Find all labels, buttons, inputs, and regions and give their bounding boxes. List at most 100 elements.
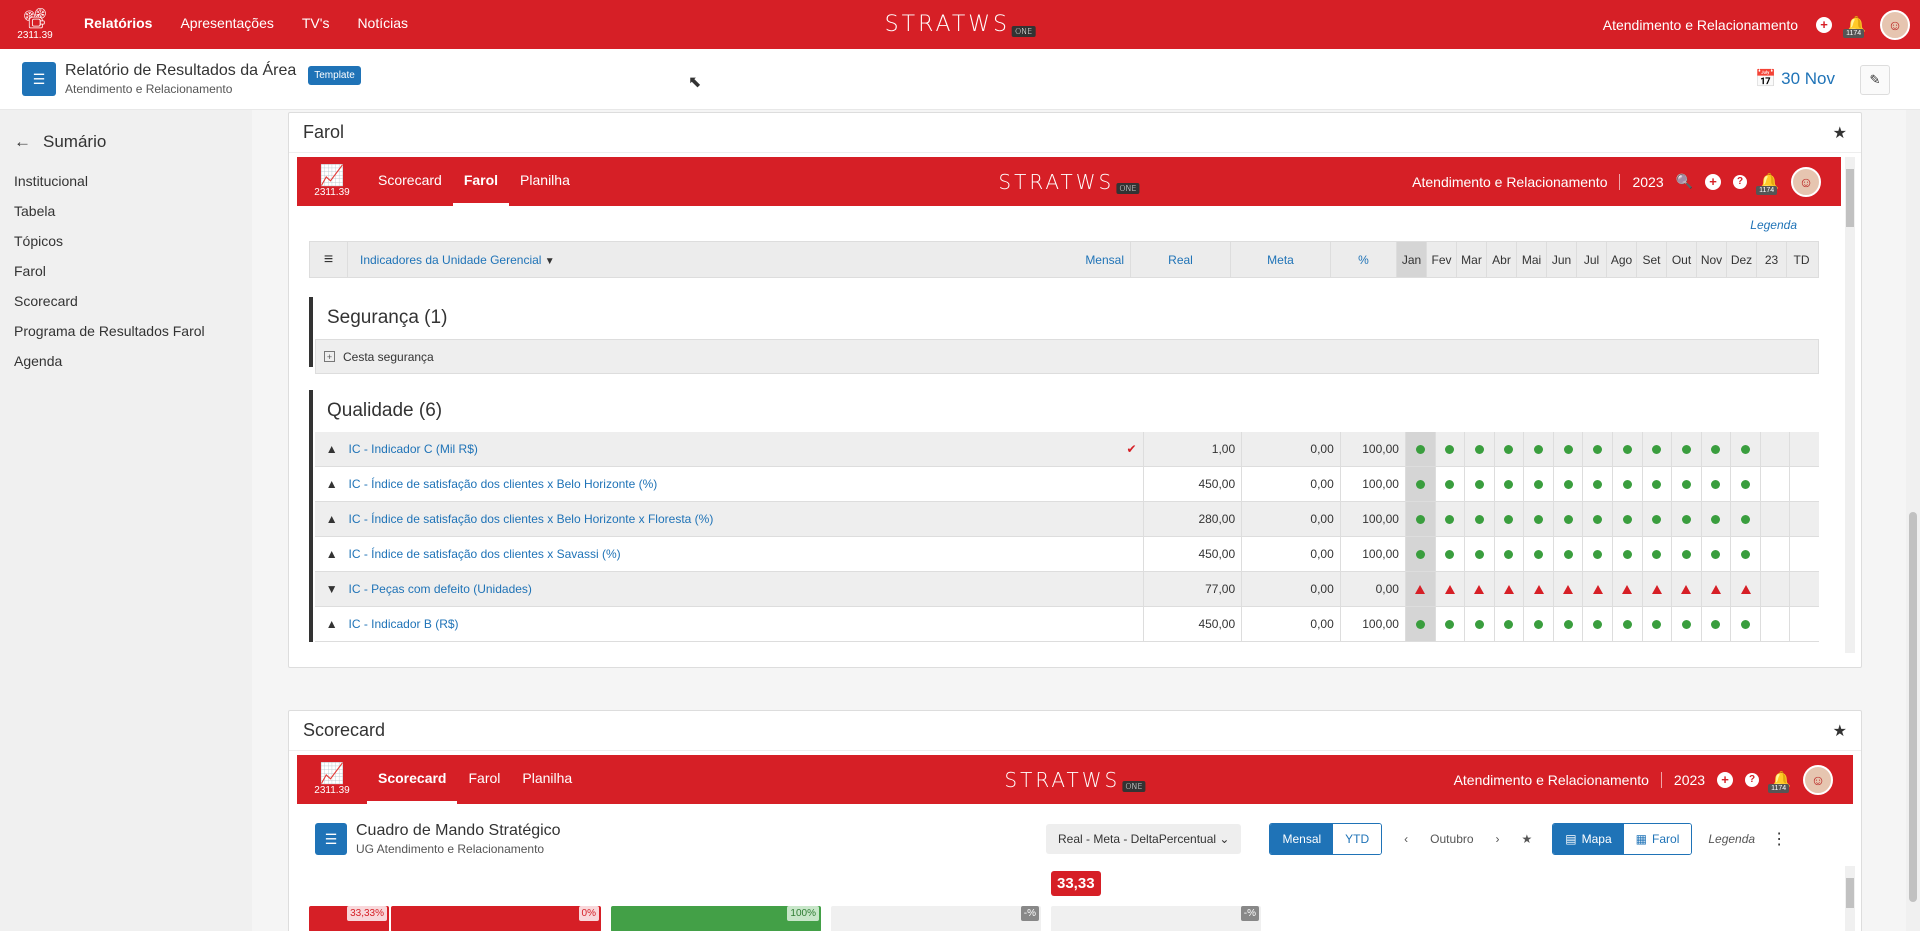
inner-unit[interactable]: Atendimento e Relacionamento — [1454, 772, 1649, 788]
month-status-cell[interactable] — [1789, 537, 1819, 571]
month-status-cell[interactable] — [1730, 537, 1760, 571]
month-status-cell[interactable] — [1552, 537, 1583, 571]
nav-apresentacoes[interactable]: Apresentações — [166, 0, 287, 49]
date-selector[interactable]: 📅 30 Nov — [1755, 69, 1835, 89]
star-icon[interactable]: ★ — [1833, 123, 1847, 143]
objective-tile[interactable]: -% — [1051, 906, 1261, 931]
month-status-cell[interactable] — [1611, 467, 1642, 501]
month-status-cell[interactable] — [1730, 572, 1760, 606]
month-status-cell[interactable] — [1641, 537, 1672, 571]
month-status-cell[interactable] — [1671, 432, 1701, 466]
month-status-cell[interactable] — [1552, 432, 1583, 466]
month-status-cell[interactable] — [1759, 432, 1790, 466]
table-row[interactable]: ▼ IC - Peças com defeito (Unidades) 77,00 0… — [315, 572, 1819, 607]
month-status-cell[interactable] — [1523, 467, 1553, 501]
scorecard-scrollbar[interactable] — [1845, 866, 1855, 931]
period-ytd[interactable]: YTD — [1333, 824, 1382, 854]
month-status-cell[interactable] — [1434, 467, 1465, 501]
month-status-cell[interactable] — [1671, 607, 1701, 641]
tab-scorecard[interactable]: Scorecard — [367, 755, 458, 804]
month-status-cell[interactable] — [1493, 537, 1524, 571]
indicator-name[interactable]: IC - Indicador C (Mil R$) ✔ — [349, 432, 1143, 466]
table-row[interactable]: ▲ IC - Índice de satisfação dos clientes … — [315, 537, 1819, 572]
notifications-bell-icon[interactable]: 🔔 1174 — [1843, 15, 1866, 38]
inner-user-avatar[interactable]: ☺ — [1803, 764, 1833, 795]
month-status-cell[interactable] — [1611, 502, 1642, 536]
month-status-cell[interactable] — [1641, 607, 1672, 641]
add-icon[interactable]: + — [1705, 173, 1722, 190]
help-icon[interactable]: ? — [1733, 174, 1748, 189]
period-mensal[interactable]: Mensal — [1270, 824, 1334, 854]
month-status-cell[interactable] — [1789, 467, 1819, 501]
month-status-cell[interactable] — [1493, 502, 1524, 536]
col-mensal[interactable]: Mensal — [1068, 242, 1130, 277]
user-avatar[interactable]: ☺ — [1880, 9, 1910, 40]
month-status-cell[interactable] — [1700, 502, 1731, 536]
month-status-cell[interactable] — [1582, 537, 1612, 571]
month-status-cell[interactable] — [1611, 572, 1642, 606]
month-status-cell[interactable] — [1759, 607, 1790, 641]
tab-farol[interactable]: Farol — [452, 157, 510, 206]
objective-tile[interactable]: 33,33% — [309, 906, 389, 931]
month-status-cell[interactable] — [1582, 572, 1612, 606]
month-status-cell[interactable] — [1759, 537, 1790, 571]
page-scroll-thumb[interactable] — [1909, 512, 1917, 902]
month-status-cell[interactable] — [1552, 572, 1583, 606]
month-status-cell[interactable] — [1700, 607, 1731, 641]
month-status-cell[interactable] — [1523, 607, 1553, 641]
month-status-cell[interactable] — [1700, 537, 1731, 571]
month-status-cell[interactable] — [1523, 572, 1553, 606]
month-status-cell[interactable] — [1404, 502, 1435, 536]
month-status-cell[interactable] — [1759, 572, 1790, 606]
month-status-cell[interactable] — [1582, 502, 1612, 536]
month-status-cell[interactable] — [1641, 467, 1672, 501]
metric-dropdown[interactable]: Real - Meta - DeltaPercentual ⌄ — [1046, 824, 1242, 854]
search-icon[interactable]: 🔍 — [1676, 173, 1693, 190]
group-row[interactable]: + Cesta segurança — [315, 339, 1819, 374]
inner-app-home[interactable]: 📈 2311.39 — [297, 764, 367, 796]
month-status-cell[interactable] — [1404, 572, 1435, 606]
tab-scorecard[interactable]: Scorecard — [367, 157, 453, 206]
month-status-cell[interactable] — [1789, 432, 1819, 466]
inner-year[interactable]: 2023 — [1632, 174, 1663, 190]
month-status-cell[interactable] — [1464, 572, 1494, 606]
sidebar-item-scorecard[interactable]: Scorecard — [0, 286, 252, 316]
help-icon[interactable]: ? — [1745, 772, 1760, 787]
month-status-cell[interactable] — [1730, 502, 1760, 536]
month-status-cell[interactable] — [1464, 432, 1494, 466]
table-row[interactable]: ▲ IC - Indicador C (Mil R$) ✔ 1,00 0,00 100,0… — [315, 432, 1819, 467]
expand-plus-icon[interactable]: + — [324, 351, 335, 362]
month-status-cell[interactable] — [1493, 432, 1524, 466]
indicator-name[interactable]: IC - Peças com defeito (Unidades) — [349, 572, 1143, 606]
nav-relatorios[interactable]: Relatórios — [70, 0, 166, 49]
month-status-cell[interactable] — [1523, 432, 1553, 466]
sidebar-item-farol[interactable]: Farol — [0, 256, 252, 286]
indicator-name[interactable]: IC - Índice de satisfação dos clientes x… — [349, 537, 1143, 571]
legenda-link[interactable]: Legenda — [1750, 218, 1797, 232]
inner-bell-icon[interactable]: 🔔 1174 — [1756, 172, 1779, 195]
objective-tile[interactable]: 100% — [611, 906, 821, 931]
toggle-map-menu-button[interactable]: ☰ — [315, 823, 347, 855]
sidebar-item-topicos[interactable]: Tópicos — [0, 226, 252, 256]
inner-user-avatar[interactable]: ☺ — [1791, 166, 1821, 197]
sidebar-item-institucional[interactable]: Institucional — [0, 166, 252, 196]
month-status-cell[interactable] — [1404, 607, 1435, 641]
month-status-cell[interactable] — [1582, 432, 1612, 466]
indicator-name[interactable]: IC - Índice de satisfação dos clientes x… — [349, 467, 1143, 501]
view-farol[interactable]: ▦ Farol — [1623, 824, 1692, 854]
legenda-link[interactable]: Legenda — [1708, 832, 1755, 846]
month-status-cell[interactable] — [1789, 502, 1819, 536]
edit-button[interactable]: ✎ — [1860, 65, 1890, 95]
inner-unit[interactable]: Atendimento e Relacionamento — [1412, 174, 1607, 190]
month-status-cell[interactable] — [1700, 572, 1731, 606]
month-status-cell[interactable] — [1582, 607, 1612, 641]
tab-planilha[interactable]: Planilha — [511, 755, 583, 804]
view-mapa[interactable]: ▤ Mapa — [1553, 824, 1624, 854]
back-arrow-icon[interactable]: ← — [14, 132, 31, 152]
tab-farol[interactable]: Farol — [457, 755, 511, 804]
table-row[interactable]: ▲ IC - Indicador B (R$) 450,00 0,00 100,00 — [315, 607, 1819, 642]
add-icon[interactable]: + — [1816, 16, 1833, 33]
month-status-cell[interactable] — [1434, 432, 1465, 466]
tab-planilha[interactable]: Planilha — [509, 157, 581, 206]
table-row[interactable]: ▲ IC - Índice de satisfação dos clientes … — [315, 502, 1819, 537]
